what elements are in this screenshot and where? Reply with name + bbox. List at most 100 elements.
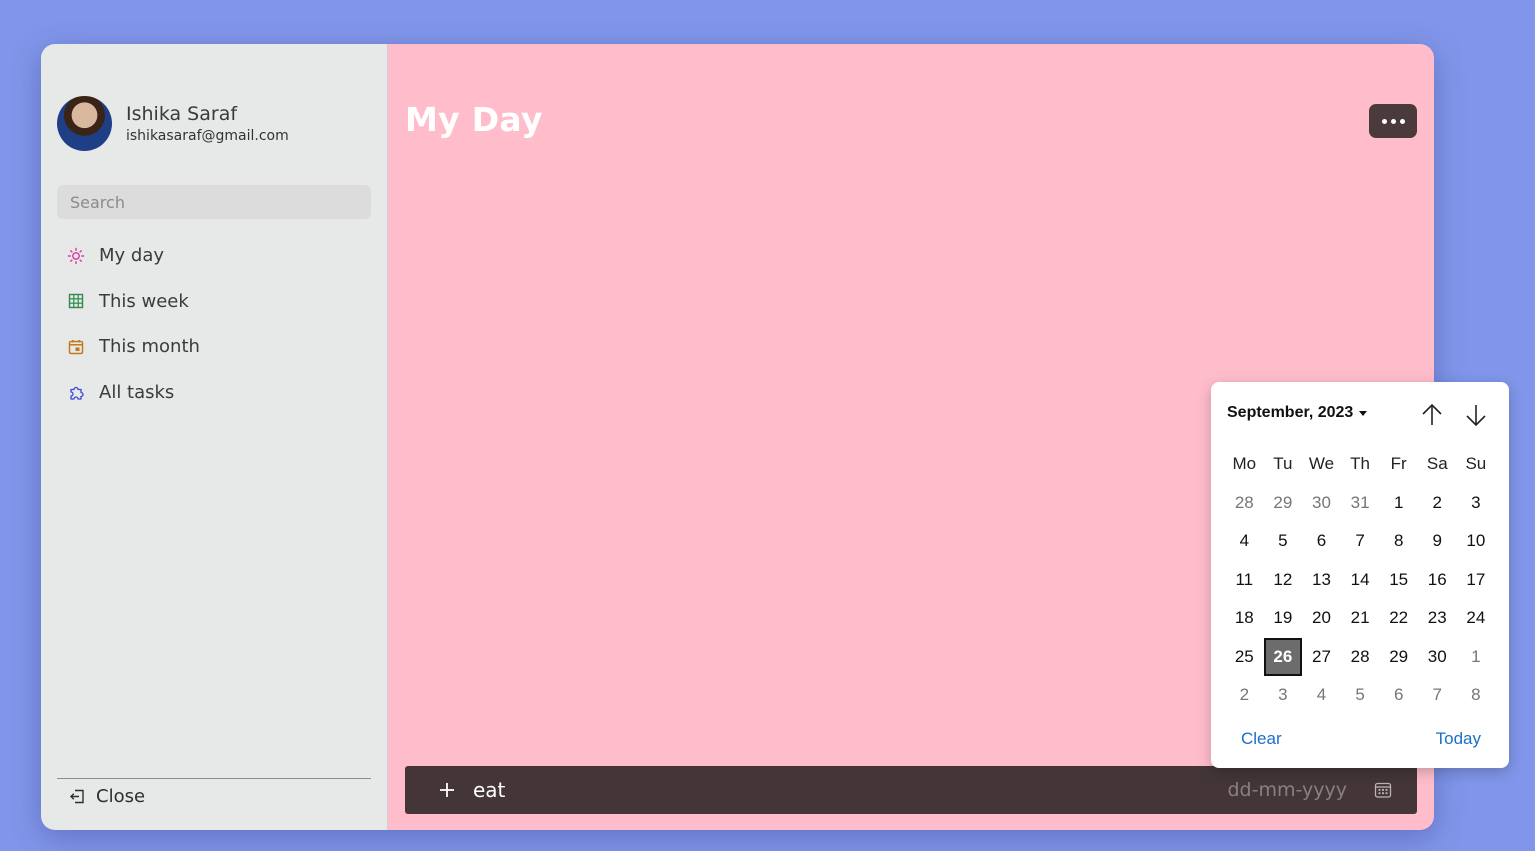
day-cell[interactable]: 18 xyxy=(1225,599,1264,637)
date-picker-popup: September, 2023 Mo Tu We Th Fr Sa Su 28 … xyxy=(1211,382,1509,768)
month-year-selector[interactable]: September, 2023 xyxy=(1227,404,1368,422)
day-cell-outside-month[interactable]: 31 xyxy=(1341,484,1380,522)
day-cell[interactable]: 27 xyxy=(1302,638,1341,676)
day-cell[interactable]: 11 xyxy=(1225,561,1264,599)
weekday-label: Tu xyxy=(1273,454,1293,474)
day-cell[interactable]: 29 xyxy=(1379,638,1418,676)
user-name: Ishika Saraf xyxy=(126,102,238,125)
close-button[interactable]: Close xyxy=(69,786,145,807)
grid-icon xyxy=(67,292,85,310)
profile-text: Ishika Saraf ishikasaraf@gmail.com xyxy=(126,102,289,146)
nav-list: My day This week This month All tasks xyxy=(57,233,371,415)
weekday-label: Sa xyxy=(1426,454,1448,474)
day-cell[interactable]: 1 xyxy=(1379,484,1418,522)
day-cell[interactable]: 9 xyxy=(1418,522,1457,560)
next-month-button[interactable] xyxy=(1463,402,1489,428)
nav-label-all-tasks: All tasks xyxy=(99,381,175,403)
nav-label-this-week: This week xyxy=(99,290,189,312)
month-year-label: September, 2023 xyxy=(1227,404,1354,421)
more-dot-icon xyxy=(1381,118,1387,124)
task-input[interactable] xyxy=(473,778,1173,802)
nav-item-all-tasks[interactable]: All tasks xyxy=(57,370,371,416)
due-date-input[interactable] xyxy=(1197,766,1347,814)
day-cell[interactable]: 14 xyxy=(1341,561,1380,599)
day-cell[interactable]: 15 xyxy=(1379,561,1418,599)
caret-down-icon xyxy=(1359,410,1368,416)
weekday-label: We xyxy=(1308,454,1335,474)
weekday-header-row: Mo Tu We Th Fr Sa Su xyxy=(1225,445,1495,484)
day-cell[interactable]: 21 xyxy=(1341,599,1380,637)
arrow-up-icon xyxy=(1422,403,1442,425)
day-cell[interactable]: 4 xyxy=(1225,522,1264,560)
weekday-label: Mo xyxy=(1232,454,1257,474)
day-cell[interactable]: 24 xyxy=(1457,599,1496,637)
nav-label-this-month: This month xyxy=(99,336,200,358)
nav-item-this-week[interactable]: This week xyxy=(57,279,371,325)
day-cell-selected[interactable]: 26 xyxy=(1263,637,1303,676)
weekday-label: Th xyxy=(1350,454,1370,474)
week-row: 25 26 27 28 29 30 1 xyxy=(1225,637,1496,677)
day-cell-outside-month[interactable]: 2 xyxy=(1225,676,1264,714)
more-dot-icon xyxy=(1390,118,1396,124)
day-cell[interactable]: 17 xyxy=(1457,561,1496,599)
more-options-button[interactable] xyxy=(1369,104,1417,138)
nav-item-my-day[interactable]: My day xyxy=(57,233,371,279)
day-cell[interactable]: 22 xyxy=(1379,599,1418,637)
day-cell-outside-month[interactable]: 8 xyxy=(1457,676,1496,714)
avatar xyxy=(57,96,112,151)
day-cell-outside-month[interactable]: 28 xyxy=(1225,484,1264,522)
more-dot-icon xyxy=(1399,118,1405,124)
day-cell-outside-month[interactable]: 6 xyxy=(1379,676,1418,714)
logout-icon xyxy=(69,789,84,804)
day-cell-outside-month[interactable]: 29 xyxy=(1264,484,1303,522)
puzzle-icon xyxy=(67,383,85,401)
week-row: 4 5 6 7 8 9 10 xyxy=(1225,522,1495,561)
sun-icon xyxy=(67,247,85,265)
search-input[interactable] xyxy=(57,185,371,219)
day-cell[interactable]: 7 xyxy=(1341,522,1380,560)
sidebar: Ishika Saraf ishikasaraf@gmail.com My da… xyxy=(41,44,388,830)
week-row: 28 29 30 31 1 2 3 xyxy=(1225,484,1495,523)
sidebar-divider xyxy=(57,778,371,779)
page-title: My Day xyxy=(405,100,543,139)
week-row: 18 19 20 21 22 23 24 xyxy=(1225,599,1495,638)
plus-icon[interactable] xyxy=(438,781,456,799)
close-label: Close xyxy=(96,786,146,807)
add-task-bar xyxy=(405,766,1417,814)
day-cell[interactable]: 13 xyxy=(1302,561,1341,599)
previous-month-button[interactable] xyxy=(1419,402,1445,428)
nav-label-my-day: My day xyxy=(99,245,165,267)
day-cell[interactable]: 12 xyxy=(1264,561,1303,599)
day-cell[interactable]: 5 xyxy=(1264,522,1303,560)
day-cell[interactable]: 25 xyxy=(1225,638,1264,676)
user-profile: Ishika Saraf ishikasaraf@gmail.com xyxy=(57,96,289,151)
day-cell[interactable]: 2 xyxy=(1418,484,1457,522)
day-cell-outside-month[interactable]: 7 xyxy=(1418,676,1457,714)
user-email: ishikasaraf@gmail.com xyxy=(126,127,289,144)
day-cell[interactable]: 23 xyxy=(1418,599,1457,637)
calendar-grid: Mo Tu We Th Fr Sa Su 28 29 30 31 1 2 3 4… xyxy=(1225,445,1495,715)
today-button[interactable]: Today xyxy=(1436,729,1481,749)
arrow-down-icon xyxy=(1466,405,1486,427)
day-cell-outside-month[interactable]: 5 xyxy=(1341,676,1380,714)
day-cell-outside-month[interactable]: 3 xyxy=(1264,676,1303,714)
week-row: 2 3 4 5 6 7 8 xyxy=(1225,676,1495,715)
day-cell[interactable]: 19 xyxy=(1264,599,1303,637)
day-cell-outside-month[interactable]: 4 xyxy=(1302,676,1341,714)
calendar-icon xyxy=(67,338,85,356)
day-cell[interactable]: 3 xyxy=(1457,484,1496,522)
clear-date-button[interactable]: Clear xyxy=(1241,729,1282,749)
weekday-label: Fr xyxy=(1390,454,1407,474)
calendar-picker-icon[interactable] xyxy=(1373,780,1393,800)
day-cell-outside-month[interactable]: 1 xyxy=(1457,638,1496,676)
day-cell-outside-month[interactable]: 30 xyxy=(1302,484,1341,522)
day-cell[interactable]: 10 xyxy=(1457,522,1496,560)
day-cell[interactable]: 30 xyxy=(1418,638,1457,676)
day-cell[interactable]: 6 xyxy=(1302,522,1341,560)
day-cell[interactable]: 8 xyxy=(1379,522,1418,560)
day-cell[interactable]: 20 xyxy=(1302,599,1341,637)
week-row: 11 12 13 14 15 16 17 xyxy=(1225,561,1495,600)
day-cell[interactable]: 28 xyxy=(1341,638,1380,676)
nav-item-this-month[interactable]: This month xyxy=(57,324,371,370)
day-cell[interactable]: 16 xyxy=(1418,561,1457,599)
